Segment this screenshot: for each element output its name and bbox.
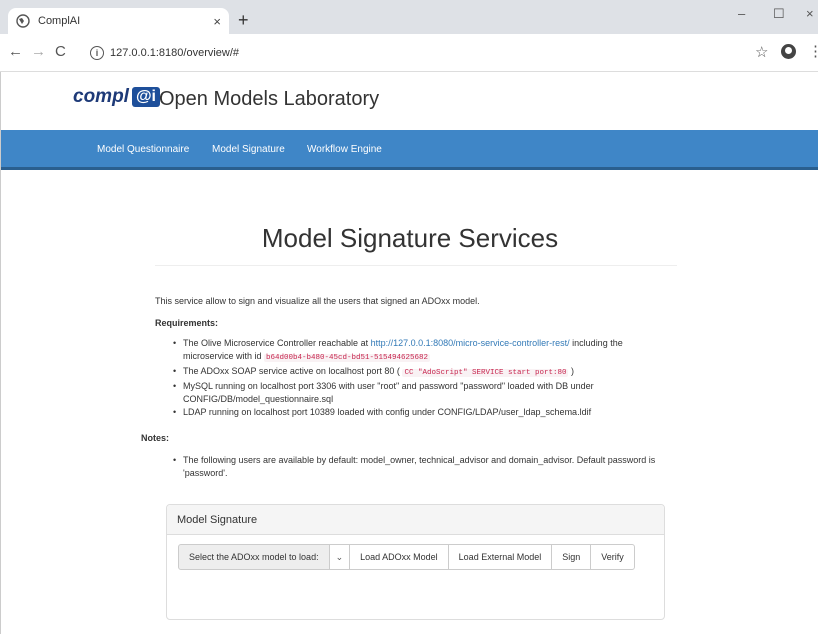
reload-icon[interactable]: C xyxy=(55,43,66,60)
forward-arrow-icon[interactable]: → xyxy=(31,43,46,60)
note1-text: The following users are available by def… xyxy=(183,455,656,478)
chevron-down-icon: ⌄ xyxy=(335,551,344,562)
tab-title: ComplAI xyxy=(38,15,81,27)
panel-title: Model Signature xyxy=(167,505,664,535)
page-heading: Model Signature Services xyxy=(261,223,559,253)
menu-dots-icon[interactable]: ⋮ xyxy=(808,42,818,60)
panel-controls: Select the ADOxx model to load: ⌄ Load A… xyxy=(178,544,635,570)
browser-tab[interactable]: ComplAI × xyxy=(8,8,229,34)
adoscript-code: CC "AdoScript" SERVICE start port:80 xyxy=(402,369,569,377)
list-item: LDAP running on localhost port 10389 loa… xyxy=(173,406,673,419)
nav-model-signature[interactable]: Model Signature xyxy=(212,144,285,155)
main-navbar: Model Questionnaire Model Signature Work… xyxy=(1,130,818,170)
req3-text: MySQL running on localhost port 3306 wit… xyxy=(183,381,594,404)
close-tab-icon[interactable]: × xyxy=(213,14,221,29)
back-arrow-icon[interactable]: ← xyxy=(8,43,23,60)
new-tab-button[interactable]: + xyxy=(238,10,249,30)
requirements-list: The Olive Microservice Controller reacha… xyxy=(173,337,673,419)
maximize-button[interactable]: ☐ xyxy=(773,6,785,22)
load-external-model-button[interactable]: Load External Model xyxy=(447,544,553,570)
bookmark-star-icon[interactable]: ☆ xyxy=(755,43,768,61)
req1-text: The Olive Microservice Controller reacha… xyxy=(183,338,371,348)
req2-text-end: ) xyxy=(568,366,574,376)
site-title: Open Models Laboratory xyxy=(159,88,380,110)
verify-button[interactable]: Verify xyxy=(590,544,635,570)
page-content: compl @i Open Models Laboratory Model Qu… xyxy=(0,72,818,634)
nav-workflow-engine[interactable]: Workflow Engine xyxy=(307,144,382,155)
notes-title: Notes: xyxy=(141,433,170,443)
controller-link[interactable]: http://127.0.0.1:8080/micro-service-cont… xyxy=(371,338,570,348)
nav-model-questionnaire[interactable]: Model Questionnaire xyxy=(97,144,189,155)
browser-tab-bar: ComplAI × + – ☐ × xyxy=(0,0,818,34)
site-logo[interactable]: compl @i xyxy=(73,86,160,108)
heading-divider xyxy=(155,265,677,266)
list-item: The ADOxx SOAP service active on localho… xyxy=(173,365,673,380)
logo-text: compl xyxy=(73,86,129,107)
microservice-id: b64d00b4-b480-45cd-bd51-515494625682 xyxy=(264,354,431,362)
url-text: 127.0.0.1:8180/overview/# xyxy=(110,47,240,59)
account-icon[interactable] xyxy=(781,44,796,59)
logo-box: @i xyxy=(131,87,160,107)
model-select-dropdown[interactable]: ⌄ xyxy=(328,544,351,570)
window-close-button[interactable]: × xyxy=(806,6,814,21)
load-adoxx-model-button[interactable]: Load ADOxx Model xyxy=(349,544,449,570)
model-signature-panel: Model Signature Select the ADOxx model t… xyxy=(166,504,665,620)
req4-text: LDAP running on localhost port 10389 loa… xyxy=(183,407,592,417)
info-icon[interactable]: i xyxy=(90,46,104,60)
req2-text: The ADOxx SOAP service active on localho… xyxy=(183,366,403,376)
sign-button[interactable]: Sign xyxy=(551,544,592,570)
browser-toolbar: ← → C i 127.0.0.1:8180/overview/# ☆ ⋮ xyxy=(0,34,818,72)
list-item: MySQL running on localhost port 3306 wit… xyxy=(173,380,673,406)
select-label: Select the ADOxx model to load: xyxy=(178,544,330,570)
notes-list: The following users are available by def… xyxy=(173,454,673,480)
address-bar[interactable]: i 127.0.0.1:8180/overview/# xyxy=(90,41,780,65)
globe-icon xyxy=(16,14,30,28)
list-item: The following users are available by def… xyxy=(173,454,673,480)
intro-text: This service allow to sign and visualize… xyxy=(155,296,480,306)
minimize-button[interactable]: – xyxy=(738,6,745,21)
list-item: The Olive Microservice Controller reacha… xyxy=(173,337,673,365)
requirements-title: Requirements: xyxy=(155,318,219,328)
